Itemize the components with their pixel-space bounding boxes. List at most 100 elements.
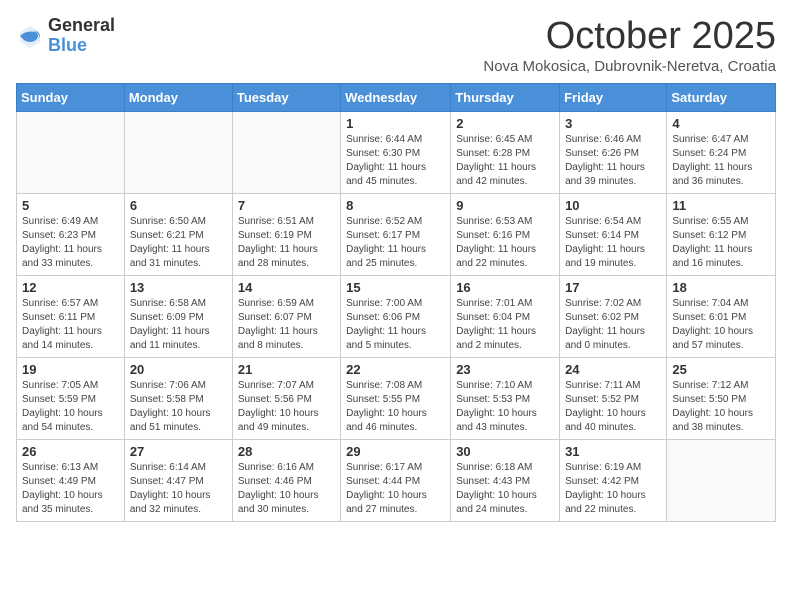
calendar-day-cell: 18 Sunrise: 7:04 AM Sunset: 6:01 PM Dayli… bbox=[667, 275, 776, 357]
day-number: 10 bbox=[565, 198, 661, 213]
day-info: Sunrise: 6:50 AM Sunset: 6:21 PM Dayligh… bbox=[130, 215, 227, 271]
page-header: General Blue October 2025 Nova Mokosica,… bbox=[16, 16, 776, 75]
day-number: 17 bbox=[565, 280, 661, 295]
calendar-day-cell: 22 Sunrise: 7:08 AM Sunset: 5:55 PM Dayli… bbox=[341, 357, 451, 439]
day-info: Sunrise: 7:04 AM Sunset: 6:01 PM Dayligh… bbox=[672, 297, 770, 353]
calendar-day-cell: 8 Sunrise: 6:52 AM Sunset: 6:17 PM Daylig… bbox=[341, 193, 451, 275]
day-number: 27 bbox=[130, 444, 227, 459]
calendar-table: SundayMondayTuesdayWednesdayThursdayFrid… bbox=[16, 83, 776, 522]
logo: General Blue bbox=[16, 16, 115, 56]
day-number: 29 bbox=[346, 444, 445, 459]
day-info: Sunrise: 6:13 AM Sunset: 4:49 PM Dayligh… bbox=[22, 461, 119, 517]
calendar-day-cell: 15 Sunrise: 7:00 AM Sunset: 6:06 PM Dayli… bbox=[341, 275, 451, 357]
calendar-week-row: 1Sunrise: 6:44 AM Sunset: 6:30 PM Daylig… bbox=[17, 111, 776, 193]
day-number: 21 bbox=[238, 362, 335, 377]
day-info: Sunrise: 6:57 AM Sunset: 6:11 PM Dayligh… bbox=[22, 297, 119, 353]
day-number: 13 bbox=[130, 280, 227, 295]
day-number: 23 bbox=[456, 362, 554, 377]
day-info: Sunrise: 7:08 AM Sunset: 5:55 PM Dayligh… bbox=[346, 379, 445, 435]
calendar-day-cell: 10 Sunrise: 6:54 AM Sunset: 6:14 PM Dayli… bbox=[560, 193, 667, 275]
day-info: Sunrise: 6:17 AM Sunset: 4:44 PM Dayligh… bbox=[346, 461, 445, 517]
day-number: 22 bbox=[346, 362, 445, 377]
day-info: Sunrise: 6:14 AM Sunset: 4:47 PM Dayligh… bbox=[130, 461, 227, 517]
day-number: 8 bbox=[346, 198, 445, 213]
calendar-day-cell: 13 Sunrise: 6:58 AM Sunset: 6:09 PM Dayli… bbox=[124, 275, 232, 357]
day-number: 16 bbox=[456, 280, 554, 295]
weekday-header-row: SundayMondayTuesdayWednesdayThursdayFrid… bbox=[17, 83, 776, 111]
day-number: 31 bbox=[565, 444, 661, 459]
day-number: 19 bbox=[22, 362, 119, 377]
day-number: 9 bbox=[456, 198, 554, 213]
calendar-day-cell: 17 Sunrise: 7:02 AM Sunset: 6:02 PM Dayli… bbox=[560, 275, 667, 357]
calendar-week-row: 12 Sunrise: 6:57 AM Sunset: 6:11 PM Dayli… bbox=[17, 275, 776, 357]
day-info: Sunrise: 6:53 AM Sunset: 6:16 PM Dayligh… bbox=[456, 215, 554, 271]
calendar-day-cell: 7 Sunrise: 6:51 AM Sunset: 6:19 PM Daylig… bbox=[232, 193, 340, 275]
calendar-day-cell: 30Sunrise: 6:18 AM Sunset: 4:43 PM Dayli… bbox=[451, 439, 560, 521]
day-number: 28 bbox=[238, 444, 335, 459]
weekday-header: Wednesday bbox=[341, 83, 451, 111]
day-number: 15 bbox=[346, 280, 445, 295]
calendar-day-cell: 11 Sunrise: 6:55 AM Sunset: 6:12 PM Dayli… bbox=[667, 193, 776, 275]
calendar-day-cell: 6 Sunrise: 6:50 AM Sunset: 6:21 PM Daylig… bbox=[124, 193, 232, 275]
logo-icon bbox=[16, 22, 44, 50]
calendar-body: 1Sunrise: 6:44 AM Sunset: 6:30 PM Daylig… bbox=[17, 111, 776, 521]
day-info: Sunrise: 7:07 AM Sunset: 5:56 PM Dayligh… bbox=[238, 379, 335, 435]
day-number: 20 bbox=[130, 362, 227, 377]
day-info: Sunrise: 6:45 AM Sunset: 6:28 PM Dayligh… bbox=[456, 133, 554, 189]
logo-general-text: General bbox=[48, 16, 115, 36]
day-number: 18 bbox=[672, 280, 770, 295]
calendar-day-cell: 26 Sunrise: 6:13 AM Sunset: 4:49 PM Dayli… bbox=[17, 439, 125, 521]
day-info: Sunrise: 6:52 AM Sunset: 6:17 PM Dayligh… bbox=[346, 215, 445, 271]
day-info: Sunrise: 6:51 AM Sunset: 6:19 PM Dayligh… bbox=[238, 215, 335, 271]
day-info: Sunrise: 6:46 AM Sunset: 6:26 PM Dayligh… bbox=[565, 133, 661, 189]
day-info: Sunrise: 6:16 AM Sunset: 4:46 PM Dayligh… bbox=[238, 461, 335, 517]
weekday-header: Tuesday bbox=[232, 83, 340, 111]
calendar-day-cell: 29 Sunrise: 6:17 AM Sunset: 4:44 PM Dayli… bbox=[341, 439, 451, 521]
day-number: 1 bbox=[346, 116, 445, 131]
day-info: Sunrise: 7:00 AM Sunset: 6:06 PM Dayligh… bbox=[346, 297, 445, 353]
weekday-header: Saturday bbox=[667, 83, 776, 111]
day-number: 4 bbox=[672, 116, 770, 131]
calendar-week-row: 19 Sunrise: 7:05 AM Sunset: 5:59 PM Dayli… bbox=[17, 357, 776, 439]
day-number: 26 bbox=[22, 444, 119, 459]
day-info: Sunrise: 6:55 AM Sunset: 6:12 PM Dayligh… bbox=[672, 215, 770, 271]
calendar-day-cell: 31 Sunrise: 6:19 AM Sunset: 4:42 PM Dayli… bbox=[560, 439, 667, 521]
weekday-header: Sunday bbox=[17, 83, 125, 111]
calendar-day-cell: 1Sunrise: 6:44 AM Sunset: 6:30 PM Daylig… bbox=[341, 111, 451, 193]
calendar-day-cell: 4Sunrise: 6:47 AM Sunset: 6:24 PM Daylig… bbox=[667, 111, 776, 193]
day-info: Sunrise: 7:02 AM Sunset: 6:02 PM Dayligh… bbox=[565, 297, 661, 353]
calendar-day-cell bbox=[17, 111, 125, 193]
calendar-day-cell: 28 Sunrise: 6:16 AM Sunset: 4:46 PM Dayli… bbox=[232, 439, 340, 521]
day-info: Sunrise: 7:06 AM Sunset: 5:58 PM Dayligh… bbox=[130, 379, 227, 435]
day-number: 5 bbox=[22, 198, 119, 213]
day-number: 7 bbox=[238, 198, 335, 213]
day-info: Sunrise: 7:05 AM Sunset: 5:59 PM Dayligh… bbox=[22, 379, 119, 435]
location-subtitle: Nova Mokosica, Dubrovnik-Neretva, Croati… bbox=[483, 58, 776, 75]
logo-text: General Blue bbox=[48, 16, 115, 56]
day-info: Sunrise: 7:10 AM Sunset: 5:53 PM Dayligh… bbox=[456, 379, 554, 435]
day-number: 6 bbox=[130, 198, 227, 213]
day-number: 30 bbox=[456, 444, 554, 459]
day-number: 11 bbox=[672, 198, 770, 213]
calendar-day-cell: 16Sunrise: 7:01 AM Sunset: 6:04 PM Dayli… bbox=[451, 275, 560, 357]
day-number: 2 bbox=[456, 116, 554, 131]
calendar-day-cell: 14 Sunrise: 6:59 AM Sunset: 6:07 PM Dayli… bbox=[232, 275, 340, 357]
day-number: 25 bbox=[672, 362, 770, 377]
title-section: October 2025 Nova Mokosica, Dubrovnik-Ne… bbox=[483, 16, 776, 75]
day-number: 24 bbox=[565, 362, 661, 377]
calendar-day-cell: 2 Sunrise: 6:45 AM Sunset: 6:28 PM Daylig… bbox=[451, 111, 560, 193]
calendar-day-cell: 19 Sunrise: 7:05 AM Sunset: 5:59 PM Dayli… bbox=[17, 357, 125, 439]
day-number: 12 bbox=[22, 280, 119, 295]
calendar-day-cell: 23 Sunrise: 7:10 AM Sunset: 5:53 PM Dayli… bbox=[451, 357, 560, 439]
day-info: Sunrise: 6:58 AM Sunset: 6:09 PM Dayligh… bbox=[130, 297, 227, 353]
day-info: Sunrise: 6:54 AM Sunset: 6:14 PM Dayligh… bbox=[565, 215, 661, 271]
day-info: Sunrise: 7:12 AM Sunset: 5:50 PM Dayligh… bbox=[672, 379, 770, 435]
day-info: Sunrise: 6:59 AM Sunset: 6:07 PM Dayligh… bbox=[238, 297, 335, 353]
calendar-day-cell: 5Sunrise: 6:49 AM Sunset: 6:23 PM Daylig… bbox=[17, 193, 125, 275]
day-info: Sunrise: 6:19 AM Sunset: 4:42 PM Dayligh… bbox=[565, 461, 661, 517]
calendar-week-row: 5Sunrise: 6:49 AM Sunset: 6:23 PM Daylig… bbox=[17, 193, 776, 275]
calendar-day-cell: 25 Sunrise: 7:12 AM Sunset: 5:50 PM Dayli… bbox=[667, 357, 776, 439]
calendar-day-cell: 21 Sunrise: 7:07 AM Sunset: 5:56 PM Dayli… bbox=[232, 357, 340, 439]
day-number: 14 bbox=[238, 280, 335, 295]
calendar-day-cell: 12 Sunrise: 6:57 AM Sunset: 6:11 PM Dayli… bbox=[17, 275, 125, 357]
